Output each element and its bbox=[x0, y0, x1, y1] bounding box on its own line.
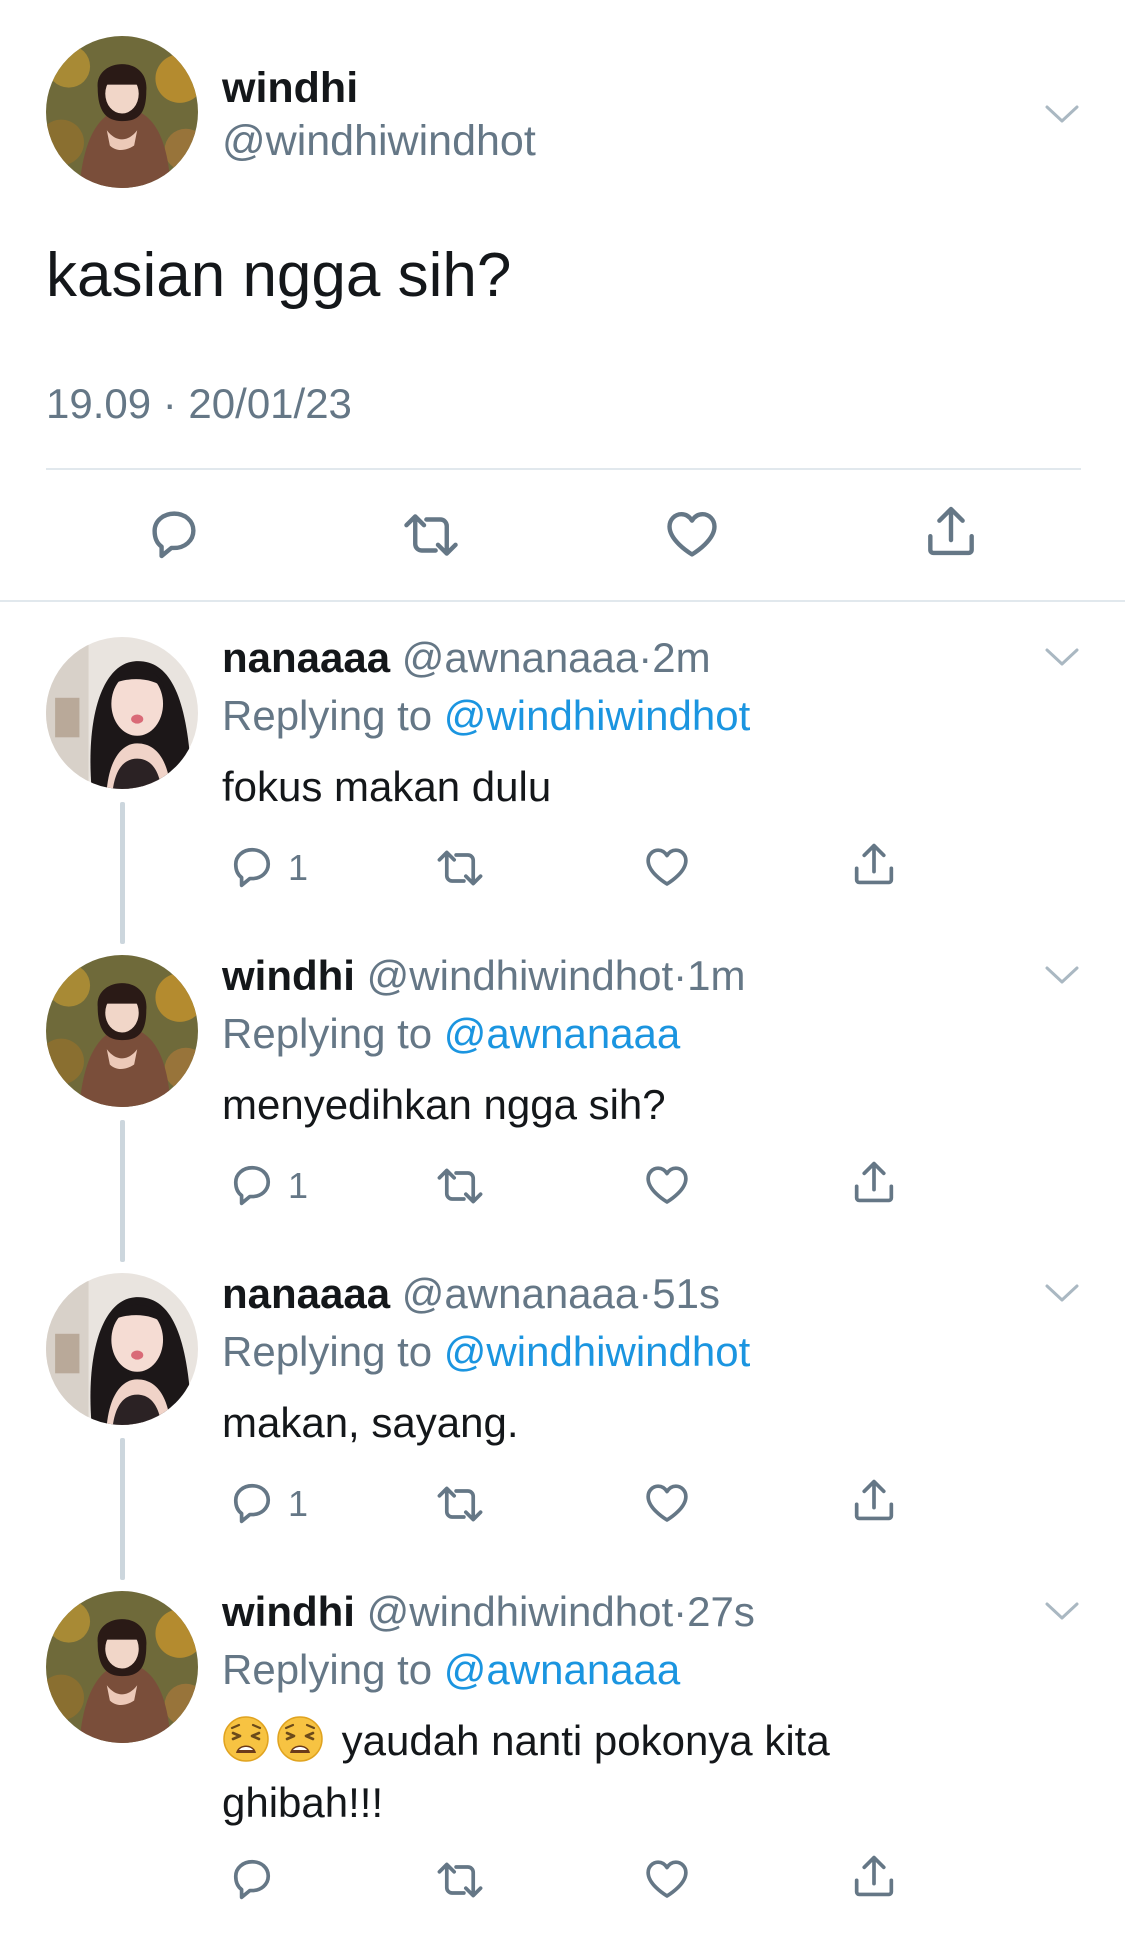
avatar[interactable] bbox=[46, 1591, 198, 1743]
separator-dot: · bbox=[673, 1588, 688, 1635]
thread-line bbox=[120, 802, 125, 944]
share-icon[interactable] bbox=[848, 1850, 900, 1902]
chevron-down-icon[interactable] bbox=[1044, 646, 1080, 668]
reply-count: 1 bbox=[288, 1165, 309, 1206]
retweet-icon[interactable] bbox=[400, 504, 462, 566]
like-icon[interactable] bbox=[641, 1852, 693, 1904]
divider bbox=[0, 600, 1125, 602]
reply-header: windhi @windhiwindhot·1m bbox=[222, 950, 745, 1002]
reply-text: fokus makan dulu bbox=[222, 763, 552, 810]
reply-author-name[interactable]: windhi bbox=[222, 1588, 355, 1635]
chevron-down-icon[interactable] bbox=[1044, 964, 1080, 986]
reply-time: 1m bbox=[687, 952, 746, 999]
avatar[interactable] bbox=[46, 1273, 198, 1425]
replying-to-handle[interactable]: @awnanaaa bbox=[444, 1010, 680, 1057]
replying-to: Replying to @awnanaaa bbox=[222, 1644, 680, 1696]
tweet-text: kasian ngga sih? bbox=[46, 241, 512, 310]
reply-author-handle[interactable]: @awnanaaa bbox=[402, 1270, 638, 1317]
replying-to: Replying to @windhiwindhot bbox=[222, 1326, 750, 1378]
reply-icon[interactable] bbox=[226, 1158, 278, 1210]
reply-text: menyedihkan ngga sih? bbox=[222, 1081, 666, 1128]
reply-time: 51s bbox=[652, 1270, 720, 1317]
reply-count: 1 bbox=[288, 1483, 309, 1524]
reply-header: windhi @windhiwindhot·27s bbox=[222, 1586, 755, 1638]
reply-icon[interactable] bbox=[226, 1476, 278, 1528]
retweet-icon[interactable] bbox=[434, 1854, 486, 1906]
like-icon[interactable] bbox=[641, 1158, 693, 1210]
reply-text: makan, sayang. bbox=[222, 1399, 519, 1446]
separator-dot: · bbox=[673, 952, 688, 999]
retweet-icon[interactable] bbox=[434, 1160, 486, 1212]
reply-time: 27s bbox=[687, 1588, 755, 1635]
replying-to: Replying to @awnanaaa bbox=[222, 1008, 680, 1060]
reply-text-block: yaudah nanti pokonya kita ghibah!!! bbox=[222, 1710, 942, 1834]
chevron-down-icon[interactable] bbox=[1044, 1600, 1080, 1622]
avatar[interactable] bbox=[46, 955, 198, 1107]
thread-line bbox=[120, 1438, 125, 1580]
replying-to: Replying to @windhiwindhot bbox=[222, 690, 750, 742]
reply-header: nanaaaa @awnanaaa·2m bbox=[222, 632, 711, 684]
share-icon[interactable] bbox=[848, 1474, 900, 1526]
like-icon[interactable] bbox=[641, 1476, 693, 1528]
replying-label: Replying to bbox=[222, 1646, 433, 1693]
reply-author-handle[interactable]: @windhiwindhot bbox=[367, 952, 673, 999]
separator-dot: · bbox=[638, 1270, 653, 1317]
reply-author-handle[interactable]: @awnanaaa bbox=[402, 634, 638, 681]
replying-label: Replying to bbox=[222, 692, 433, 739]
reply-time: 2m bbox=[652, 634, 711, 681]
reply-author-name[interactable]: nanaaaa bbox=[222, 634, 390, 681]
avatar[interactable] bbox=[46, 637, 198, 789]
retweet-icon[interactable] bbox=[434, 842, 486, 894]
share-icon[interactable] bbox=[920, 500, 982, 562]
replying-to-handle[interactable]: @windhiwindhot bbox=[444, 692, 750, 739]
like-icon[interactable] bbox=[661, 502, 723, 564]
replying-to-handle[interactable]: @windhiwindhot bbox=[444, 1328, 750, 1375]
replying-label: Replying to bbox=[222, 1328, 433, 1375]
reply-author-handle[interactable]: @windhiwindhot bbox=[367, 1588, 673, 1635]
share-icon[interactable] bbox=[848, 1156, 900, 1208]
chevron-down-icon[interactable] bbox=[1044, 1282, 1080, 1304]
avatar[interactable] bbox=[46, 36, 198, 188]
like-icon[interactable] bbox=[641, 840, 693, 892]
tweet-author-handle[interactable]: @windhiwindhot bbox=[222, 115, 536, 167]
retweet-icon[interactable] bbox=[434, 1478, 486, 1530]
thread-line bbox=[120, 1120, 125, 1262]
reply-icon[interactable] bbox=[226, 1852, 278, 1904]
reply-author-name[interactable]: nanaaaa bbox=[222, 1270, 390, 1317]
weary-face-emoji bbox=[276, 1715, 324, 1763]
reply-count: 1 bbox=[288, 847, 309, 888]
tweet-author-name[interactable]: windhi bbox=[222, 62, 358, 114]
tweet-timestamp: 19.09 · 20/01/23 bbox=[46, 380, 352, 427]
reply-author-name[interactable]: windhi bbox=[222, 952, 355, 999]
replying-to-handle[interactable]: @awnanaaa bbox=[444, 1646, 680, 1693]
separator-dot: · bbox=[638, 634, 653, 681]
weary-face-emoji bbox=[222, 1715, 270, 1763]
reply-icon[interactable] bbox=[143, 502, 205, 564]
reply-icon[interactable] bbox=[226, 840, 278, 892]
reply-header: nanaaaa @awnanaaa·51s bbox=[222, 1268, 720, 1320]
share-icon[interactable] bbox=[848, 838, 900, 890]
replying-label: Replying to bbox=[222, 1010, 433, 1057]
divider bbox=[46, 468, 1081, 470]
chevron-down-icon[interactable] bbox=[1044, 103, 1080, 125]
